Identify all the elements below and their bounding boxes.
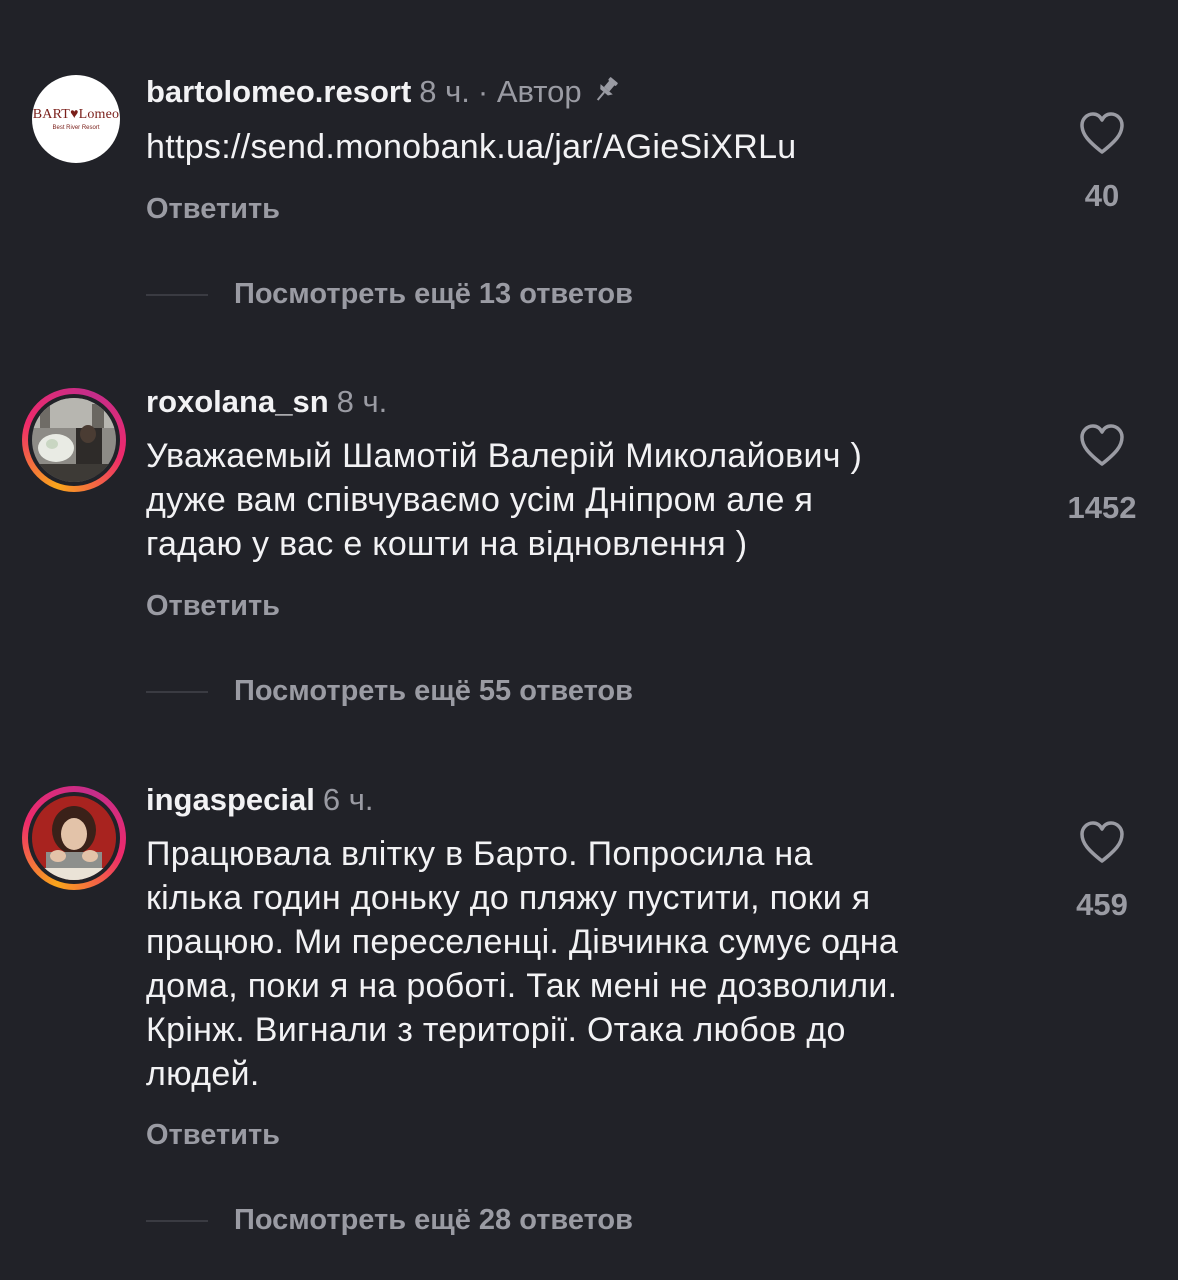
like-count: 459 bbox=[1076, 887, 1128, 922]
comment-text[interactable]: https://send.monobank.ua/jar/AGieSiXRLu bbox=[146, 125, 1036, 169]
comment-username[interactable]: roxolana_sn bbox=[146, 384, 329, 419]
reply-button[interactable]: Ответить bbox=[146, 193, 280, 226]
comment-header: bartolomeo.resort 8 ч. · Автор bbox=[146, 74, 622, 113]
comment-text: Працювала влітку в Барто. Попросила на к… bbox=[146, 832, 1036, 1096]
avatar-photo bbox=[32, 796, 116, 880]
comment-text-line: Крінж. Вигнали з території. Отака любов … bbox=[146, 1011, 846, 1049]
replies-divider bbox=[146, 1220, 208, 1222]
reply-button[interactable]: Ответить bbox=[146, 1119, 280, 1152]
comment-time: 6 ч. bbox=[322, 782, 374, 817]
avatar[interactable]: BART♥Lomeo Best River Resort bbox=[32, 75, 120, 163]
comment-text-line: Працювала влітку в Барто. Попросила на bbox=[146, 835, 813, 873]
like-count: 40 bbox=[1084, 178, 1120, 213]
comment-text-line: дуже вам співчуваємо усім Дніпром але я bbox=[146, 481, 814, 519]
avatar[interactable] bbox=[22, 786, 126, 890]
view-more-replies-button[interactable]: Посмотреть ещё 28 ответов bbox=[234, 1204, 633, 1237]
avatar[interactable] bbox=[22, 388, 126, 492]
reply-button[interactable]: Ответить bbox=[146, 590, 280, 623]
comment-text-line: дома, поки я на роботі. Так мені не дозв… bbox=[146, 967, 898, 1005]
author-badge: · Автор bbox=[477, 74, 582, 109]
comment-username[interactable]: ingaspecial bbox=[146, 782, 315, 817]
heart-outline-icon[interactable] bbox=[1078, 820, 1126, 864]
avatar-logo-subtext: Best River Resort bbox=[52, 125, 100, 131]
pin-icon bbox=[590, 75, 622, 113]
comment-time: 8 ч. bbox=[336, 384, 388, 419]
comment-text-line: працюю. Ми переселенці. Дівчинка сумує о… bbox=[146, 923, 899, 961]
heart-outline-icon[interactable] bbox=[1078, 423, 1126, 467]
like-count: 1452 bbox=[1067, 490, 1137, 525]
replies-divider bbox=[146, 294, 208, 296]
replies-divider bbox=[146, 691, 208, 693]
comment-header: ingaspecial 6 ч. bbox=[146, 782, 373, 818]
comment-header: roxolana_sn 8 ч. bbox=[146, 384, 387, 420]
avatar-logo-text: BART♥Lomeo bbox=[32, 107, 120, 122]
avatar-photo bbox=[32, 398, 116, 482]
comment-text: Уважаемый Шамотій Валерій Миколайович ) … bbox=[146, 434, 1036, 566]
comment-text-line: Уважаемый Шамотій Валерій Миколайович ) bbox=[146, 437, 863, 475]
view-more-replies-button[interactable]: Посмотреть ещё 13 ответов bbox=[234, 278, 633, 311]
comment-text-line: кілька годин доньку до пляжу пустити, по… bbox=[146, 879, 871, 917]
heart-outline-icon[interactable] bbox=[1078, 111, 1126, 155]
view-more-replies-button[interactable]: Посмотреть ещё 55 ответов bbox=[234, 675, 633, 708]
comment-text-line: людей. bbox=[146, 1055, 260, 1093]
comment-text-line: гадаю у вас е кошти на відновлення ) bbox=[146, 525, 748, 563]
comment-time: 8 ч. bbox=[419, 74, 470, 109]
comment-username[interactable]: bartolomeo.resort bbox=[146, 74, 411, 109]
